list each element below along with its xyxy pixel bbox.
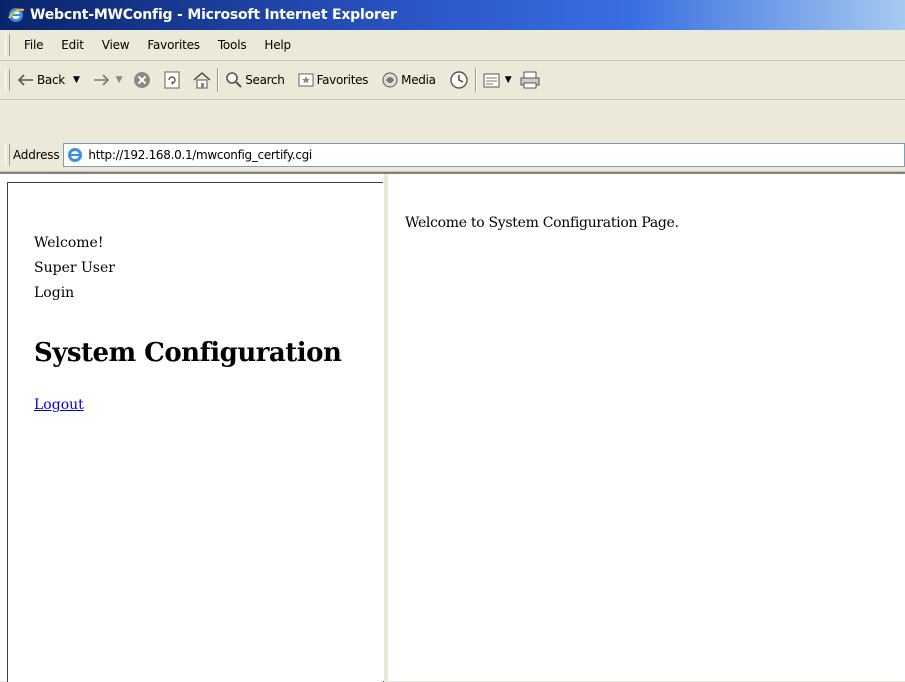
mail-button[interactable]: ▼	[482, 70, 512, 90]
menu-favorites[interactable]: Favorites	[138, 38, 208, 52]
address-url: http://192.168.0.1/mwconfig_certify.cgi	[88, 148, 312, 162]
back-label: Back	[37, 73, 65, 87]
media-label: Media	[401, 73, 436, 87]
right-frame: Welcome to System Configuration Page.	[388, 174, 905, 681]
media-button[interactable]: Media	[380, 70, 436, 90]
menu-bar: File Edit View Favorites Tools Help	[0, 30, 905, 61]
toolbar-grip[interactable]	[5, 34, 10, 56]
toolbar-grip[interactable]	[5, 69, 10, 91]
toolbar-separator	[217, 68, 220, 92]
window-title-bar[interactable]: Webcnt-MWConfig - Microsoft Internet Exp…	[0, 0, 905, 30]
refresh-icon[interactable]	[162, 70, 182, 90]
favorites-label: Favorites	[316, 73, 369, 87]
print-icon[interactable]	[519, 70, 541, 90]
chevron-down-icon[interactable]: ▼	[505, 75, 512, 85]
media-icon	[382, 72, 398, 88]
menu-file[interactable]: File	[15, 38, 52, 52]
toolbar-separator	[474, 68, 477, 92]
search-button[interactable]: Search	[224, 70, 285, 90]
login-text: Login	[34, 285, 75, 301]
chevron-down-icon[interactable]: ▼	[116, 75, 123, 85]
browser-content: Welcome! Super User Login System Configu…	[0, 172, 905, 682]
welcome-block: Welcome! Super User Login	[34, 231, 115, 306]
forward-button[interactable]: ▼	[92, 73, 123, 87]
ie-page-icon	[68, 148, 83, 162]
back-button[interactable]: Back ▼	[17, 73, 80, 87]
home-icon[interactable]	[192, 70, 212, 90]
window-title: Webcnt-MWConfig - Microsoft Internet Exp…	[30, 7, 397, 23]
toolbar-grip[interactable]	[5, 144, 10, 166]
back-arrow-icon	[17, 74, 33, 86]
menu-edit[interactable]: Edit	[52, 38, 92, 52]
ie-icon	[8, 8, 25, 22]
search-label: Search	[245, 73, 285, 87]
left-frame: Welcome! Super User Login System Configu…	[7, 182, 384, 682]
address-label: Address	[13, 148, 60, 162]
standard-toolbar: Back ▼ ▼ Search Favorites Media ▼	[0, 61, 905, 100]
favorites-button[interactable]: Favorites	[297, 71, 369, 89]
menu-help[interactable]: Help	[255, 38, 300, 52]
address-bar: Address http://192.168.0.1/mwconfig_cert…	[0, 139, 905, 172]
page-heading: System Configuration	[34, 338, 342, 368]
history-icon[interactable]	[448, 70, 470, 90]
user-role-text: Super User	[34, 260, 115, 276]
welcome-text: Welcome!	[34, 235, 104, 251]
welcome-message: Welcome to System Configuration Page.	[405, 215, 679, 231]
search-icon	[226, 72, 242, 88]
menu-view[interactable]: View	[93, 38, 139, 52]
address-input[interactable]: http://192.168.0.1/mwconfig_certify.cgi	[63, 143, 905, 167]
chevron-down-icon[interactable]: ▼	[73, 75, 80, 85]
menu-tools[interactable]: Tools	[209, 38, 256, 52]
forward-arrow-icon	[93, 74, 109, 86]
mail-icon	[483, 73, 500, 88]
logout-link[interactable]: Logout	[34, 397, 84, 413]
favorites-star-icon	[298, 73, 314, 87]
stop-icon[interactable]	[132, 70, 152, 90]
